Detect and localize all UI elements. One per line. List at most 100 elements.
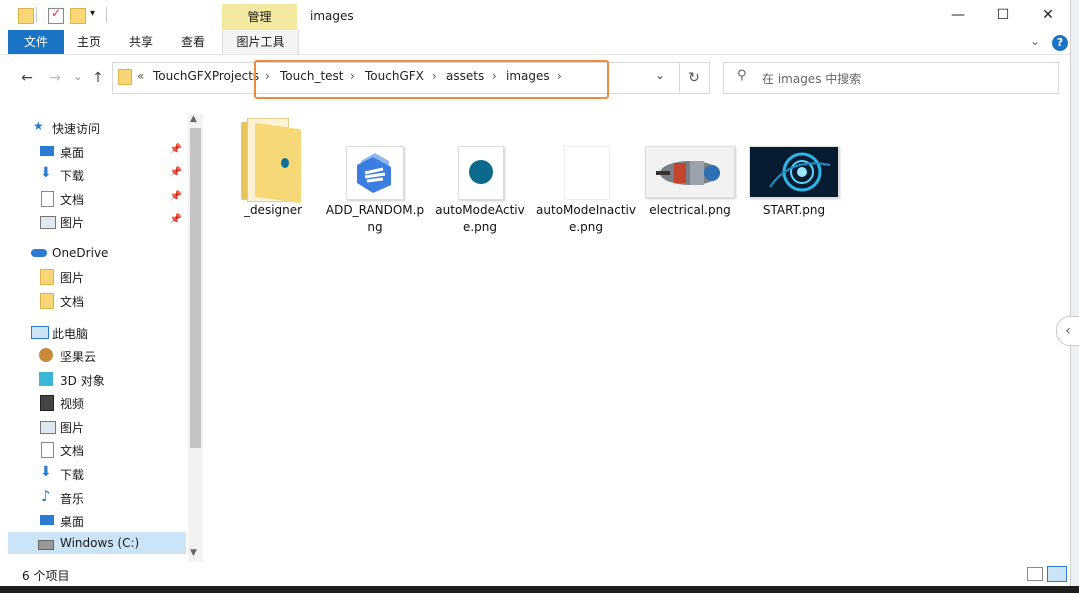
nav-label: Windows (C:) (60, 536, 140, 550)
search-placeholder[interactable]: 在 images 中搜索 (762, 70, 861, 87)
nav-downloads[interactable]: ⬇ 下载 📌 (0, 163, 186, 185)
breadcrumb-touchgfxprojects[interactable]: TouchGFXProjects (153, 69, 259, 83)
tab-manage[interactable]: 管理 (222, 4, 297, 30)
folder-icon (18, 8, 34, 24)
nav-windows-c[interactable]: Windows (C:) (8, 532, 186, 554)
large-icons-view-icon[interactable] (1047, 566, 1067, 582)
nav-pc-desktop[interactable]: 桌面 (0, 509, 186, 531)
file-name: _designer (243, 203, 303, 217)
nav-pictures[interactable]: 图片 📌 (0, 210, 186, 232)
nav-videos[interactable]: 视频 (0, 391, 186, 413)
breadcrumb-overflow[interactable]: « (137, 69, 144, 83)
file-name: autoModeActive.png (435, 203, 525, 234)
details-view-icon[interactable] (1027, 567, 1043, 581)
recent-locations-icon[interactable]: ⌄ (68, 68, 88, 88)
nav-label: 图片 (60, 216, 85, 230)
nav-pc-downloads[interactable]: ⬇ 下载 (0, 462, 186, 484)
minimize-button[interactable]: — (935, 0, 981, 30)
divider (106, 7, 107, 23)
nut-icon (39, 348, 53, 362)
folder-icon (241, 118, 301, 204)
star-icon: ★ (33, 119, 44, 133)
nav-music[interactable]: ♪ 音乐 (0, 486, 186, 508)
title-bar (0, 0, 1070, 32)
file-item[interactable]: electrical.png (640, 140, 740, 250)
refresh-button[interactable]: ↻ (679, 62, 710, 94)
folder-icon (118, 69, 132, 85)
music-icon: ♪ (41, 487, 51, 505)
tab-share[interactable]: 共享 (122, 30, 160, 54)
tab-picture-tools[interactable]: 图片工具 (222, 30, 299, 54)
cloud-icon (31, 249, 47, 257)
address-dropdown-icon[interactable]: ⌄ (655, 68, 665, 82)
item-count: 6 个项目 (22, 569, 70, 583)
nav-label: 图片 (60, 271, 85, 285)
nav-pc-documents[interactable]: 文档 (0, 438, 186, 460)
image-thumbnail (749, 146, 839, 198)
nav-label: 此电脑 (52, 327, 89, 341)
window-title: images (310, 9, 354, 23)
file-item[interactable]: ADD_RANDOM.png (325, 140, 425, 250)
nav-onedrive-pictures[interactable]: 图片 (0, 265, 186, 287)
side-panel-toggle-icon[interactable]: ‹ (1056, 316, 1079, 346)
nav-onedrive-documents[interactable]: 文档 (0, 289, 186, 311)
nav-onedrive[interactable]: OneDrive (0, 242, 186, 264)
back-button[interactable]: ← (17, 68, 37, 88)
tab-view[interactable]: 查看 (174, 30, 212, 54)
customize-toolbar-icon[interactable]: ▾ (90, 8, 95, 19)
ribbon-expand-icon[interactable]: ⌄ (1030, 34, 1040, 48)
taskbar-edge (0, 586, 1079, 593)
file-item[interactable]: _designer (223, 112, 323, 222)
nav-label: 文档 (60, 444, 85, 458)
pin-icon[interactable]: 📌 (170, 144, 182, 155)
scroll-up-icon[interactable]: ▲ (190, 114, 197, 124)
download-icon: ⬇ (40, 165, 52, 181)
nav-scrollbar-thumb[interactable] (190, 128, 201, 448)
scroll-down-icon[interactable]: ▼ (190, 548, 197, 558)
drive-icon (38, 540, 54, 550)
nav-documents[interactable]: 文档 📌 (0, 187, 186, 209)
download-icon: ⬇ (40, 464, 52, 480)
nav-label: 桌面 (60, 146, 85, 160)
nav-3d-objects[interactable]: 3D 对象 (0, 368, 186, 390)
ribbon-bar (0, 30, 1070, 55)
properties-icon[interactable]: ✓ (48, 6, 64, 24)
image-thumbnail (564, 146, 610, 200)
new-folder-icon[interactable] (70, 8, 86, 24)
file-item[interactable]: START.png (744, 140, 844, 250)
video-icon (40, 395, 54, 411)
pin-icon[interactable]: 📌 (170, 167, 182, 178)
nav-label: 文档 (60, 295, 85, 309)
image-thumbnail (645, 146, 735, 198)
annotation-highlight-box (254, 60, 609, 99)
nav-pc-pictures[interactable]: 图片 (0, 415, 186, 437)
up-button[interactable]: ↑ (88, 68, 108, 88)
status-bar (0, 562, 1070, 586)
search-icon: ⚲ (737, 68, 747, 83)
nav-label: 3D 对象 (60, 374, 105, 388)
file-name: autoModeInactive.png (536, 203, 636, 234)
nav-label: 图片 (60, 421, 85, 435)
forward-button[interactable]: → (45, 68, 65, 88)
tab-home[interactable]: 主页 (70, 30, 108, 54)
file-item[interactable]: autoModeInactive.png (536, 140, 636, 250)
maximize-button[interactable]: ☐ (980, 0, 1026, 30)
pin-icon[interactable]: 📌 (170, 214, 182, 225)
desktop-icon (40, 146, 54, 156)
pin-icon[interactable]: 📌 (170, 191, 182, 202)
folder-icon (40, 269, 54, 285)
file-item[interactable]: autoModeActive.png (430, 140, 530, 250)
nav-label: 下载 (60, 169, 85, 183)
nav-this-pc[interactable]: 此电脑 (0, 321, 186, 343)
nav-label: OneDrive (52, 246, 109, 260)
nav-label: 文档 (60, 193, 85, 207)
help-icon[interactable]: ? (1052, 35, 1068, 51)
nav-jianguoyun[interactable]: 坚果云 (0, 344, 186, 366)
tab-file[interactable]: 文件 (8, 30, 64, 54)
nav-label: 音乐 (60, 492, 85, 506)
nav-desktop[interactable]: 桌面 📌 (0, 140, 186, 162)
nav-quick-access[interactable]: ★ 快速访问 (0, 116, 186, 138)
folder-icon (40, 293, 54, 309)
close-button[interactable]: ✕ (1025, 0, 1071, 30)
image-thumbnail (346, 146, 404, 200)
